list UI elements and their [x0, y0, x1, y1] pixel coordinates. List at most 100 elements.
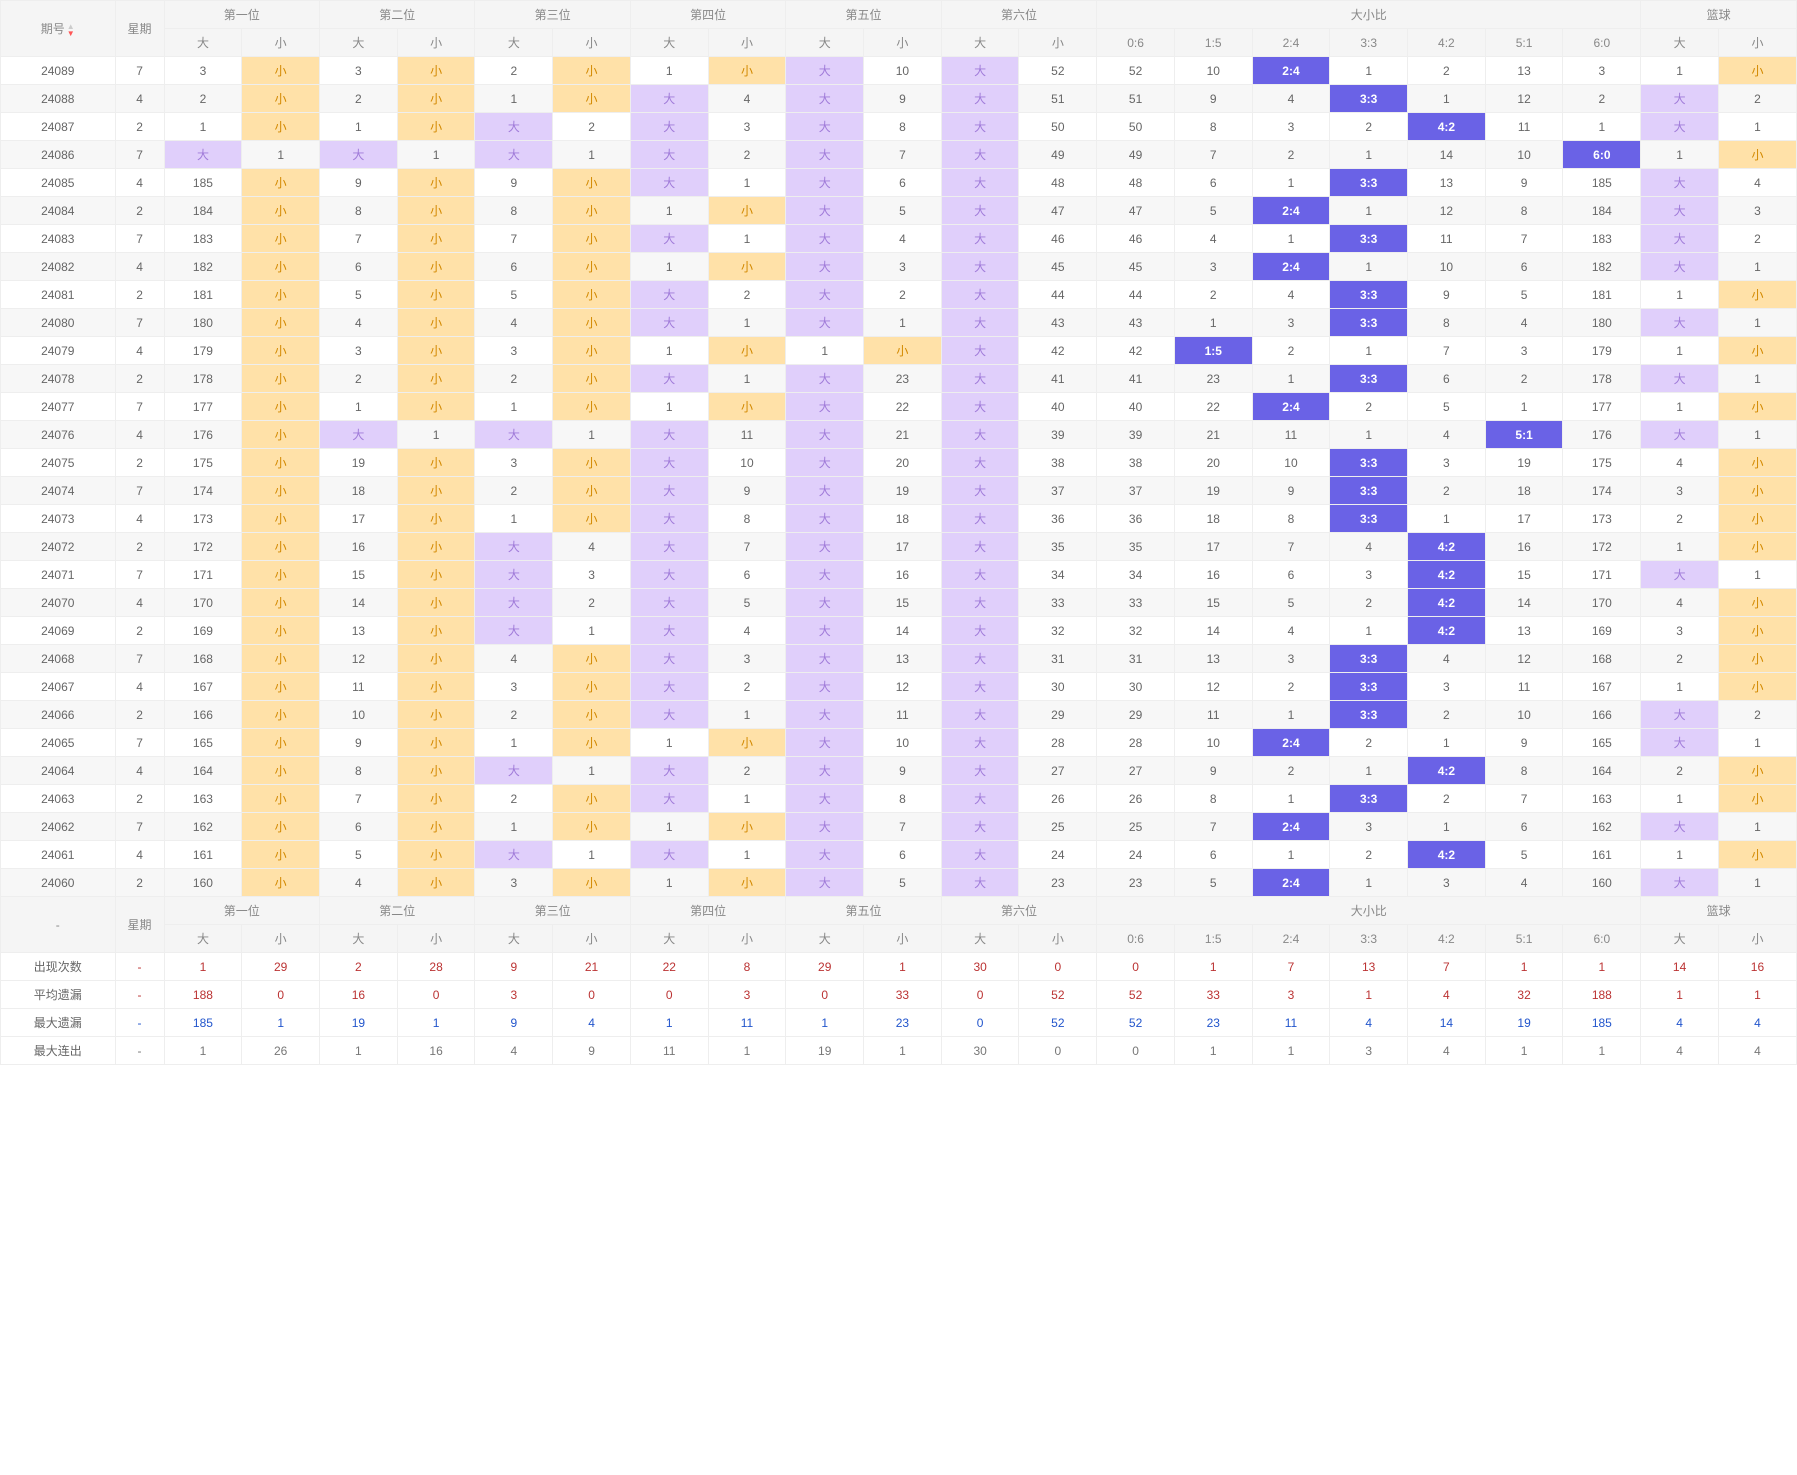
- header-pos1[interactable]: 第一位: [164, 1, 319, 29]
- cell-big: 大: [164, 141, 242, 169]
- cell-ratio: 47: [1097, 197, 1175, 225]
- header-blue[interactable]: 篮球: [1641, 1, 1797, 29]
- stats-cell: 1: [1485, 1037, 1563, 1065]
- cell-issue: 24072: [1, 533, 116, 561]
- cell-ratio: 7: [1485, 225, 1563, 253]
- cell-small: 小: [708, 813, 786, 841]
- cell-small: 小: [242, 281, 320, 309]
- cell-big: 176: [164, 421, 242, 449]
- cell-small: 4: [708, 617, 786, 645]
- table-row: 240722172小16小大4大7大17大353517744:2161721小: [1, 533, 1797, 561]
- cell-small: 12: [864, 673, 942, 701]
- header-pos6[interactable]: 第六位: [941, 1, 1096, 29]
- cell-small: 7: [864, 141, 942, 169]
- cell-ratio: 23: [1174, 365, 1252, 393]
- header-pos3[interactable]: 第三位: [475, 1, 630, 29]
- cell-big: 3: [164, 57, 242, 85]
- cell-ratio: 2: [1252, 141, 1330, 169]
- cell-blue-small: 1: [1718, 729, 1796, 757]
- cell-big: 大: [786, 841, 864, 869]
- cell-ratio: 3: [1563, 57, 1641, 85]
- header-pos5[interactable]: 第五位: [786, 1, 941, 29]
- cell-ratio: 5: [1174, 197, 1252, 225]
- cell-ratio: 4:2: [1408, 113, 1486, 141]
- cell-small: 9: [864, 757, 942, 785]
- cell-big: 8: [320, 197, 398, 225]
- cell-big: 大: [786, 421, 864, 449]
- cell-ratio: 8: [1252, 505, 1330, 533]
- cell-ratio: 4: [1174, 225, 1252, 253]
- cell-small: 小: [242, 169, 320, 197]
- cell-small: 1: [708, 309, 786, 337]
- cell-blue-big: 1: [1641, 841, 1719, 869]
- cell-big: 大: [941, 841, 1019, 869]
- table-row: 240752175小19小3小大10大20大383820103:33191754…: [1, 449, 1797, 477]
- header-week[interactable]: 星期: [115, 1, 164, 57]
- cell-big: 大: [630, 169, 708, 197]
- cell-ratio: 2: [1330, 729, 1408, 757]
- stats-cell: 9: [553, 1037, 631, 1065]
- cell-ratio: 3: [1408, 449, 1486, 477]
- cell-ratio: 31: [1097, 645, 1175, 673]
- table-row: 240782178小2小2小大1大23大41412313:362178大1: [1, 365, 1797, 393]
- cell-big: 大: [786, 505, 864, 533]
- cell-small: 6: [708, 561, 786, 589]
- cell-big: 大: [941, 393, 1019, 421]
- lottery-trend-table: 期号▲▼ 星期 第一位 第二位 第三位 第四位 第五位 第六位 大小比 篮球 大…: [0, 0, 1797, 1065]
- header-pos2[interactable]: 第二位: [320, 1, 475, 29]
- header-ratio[interactable]: 大小比: [1097, 1, 1641, 29]
- cell-small: 47: [1019, 197, 1097, 225]
- cell-big: 大: [630, 841, 708, 869]
- cell-week: 2: [115, 785, 164, 813]
- cell-ratio: 51: [1097, 85, 1175, 113]
- cell-small: 小: [242, 785, 320, 813]
- cell-ratio: 182: [1563, 253, 1641, 281]
- cell-ratio: 179: [1563, 337, 1641, 365]
- cell-small: 小: [242, 85, 320, 113]
- cell-small: 小: [242, 449, 320, 477]
- cell-ratio: 3: [1174, 253, 1252, 281]
- header-pos4[interactable]: 第四位: [630, 1, 785, 29]
- cell-issue: 24088: [1, 85, 116, 113]
- cell-ratio: 1: [1330, 253, 1408, 281]
- cell-big: 8: [320, 757, 398, 785]
- cell-big: 大: [941, 57, 1019, 85]
- cell-blue-big: 大: [1641, 729, 1719, 757]
- cell-big: 6: [320, 813, 398, 841]
- subhead-small: 小: [397, 29, 475, 57]
- cell-big: 162: [164, 813, 242, 841]
- cell-issue: 24069: [1, 617, 116, 645]
- cell-big: 大: [630, 141, 708, 169]
- header-issue[interactable]: 期号▲▼: [1, 1, 116, 57]
- cell-big: 168: [164, 645, 242, 673]
- table-row: 240867大1大1大1大2大7大494972114106:01小: [1, 141, 1797, 169]
- stats-cell: 33: [1174, 981, 1252, 1009]
- stats-cell: 29: [242, 953, 320, 981]
- table-row: 240662166小10小2小大1大11大29291113:3210166大2: [1, 701, 1797, 729]
- cell-ratio: 1: [1330, 57, 1408, 85]
- cell-big: 大: [941, 729, 1019, 757]
- cell-big: 2: [475, 477, 553, 505]
- cell-big: 183: [164, 225, 242, 253]
- cell-blue-small: 小: [1718, 533, 1796, 561]
- cell-small: 1: [708, 785, 786, 813]
- cell-week: 4: [115, 85, 164, 113]
- cell-ratio: 24: [1097, 841, 1175, 869]
- cell-big: 165: [164, 729, 242, 757]
- cell-ratio: 13: [1174, 645, 1252, 673]
- cell-week: 2: [115, 197, 164, 225]
- cell-big: 6: [475, 253, 553, 281]
- cell-small: 19: [864, 477, 942, 505]
- cell-week: 7: [115, 141, 164, 169]
- cell-small: 小: [553, 449, 631, 477]
- stats-cell: 4: [1718, 1009, 1796, 1037]
- cell-big: 166: [164, 701, 242, 729]
- cell-ratio: 9: [1485, 169, 1563, 197]
- cell-ratio: 165: [1563, 729, 1641, 757]
- stats-row-appear: 出现次数-129228921228291300017137111416: [1, 953, 1797, 981]
- cell-week: 2: [115, 617, 164, 645]
- cell-small: 8: [708, 505, 786, 533]
- cell-ratio: 1: [1174, 309, 1252, 337]
- cell-small: 小: [242, 309, 320, 337]
- cell-big: 大: [630, 365, 708, 393]
